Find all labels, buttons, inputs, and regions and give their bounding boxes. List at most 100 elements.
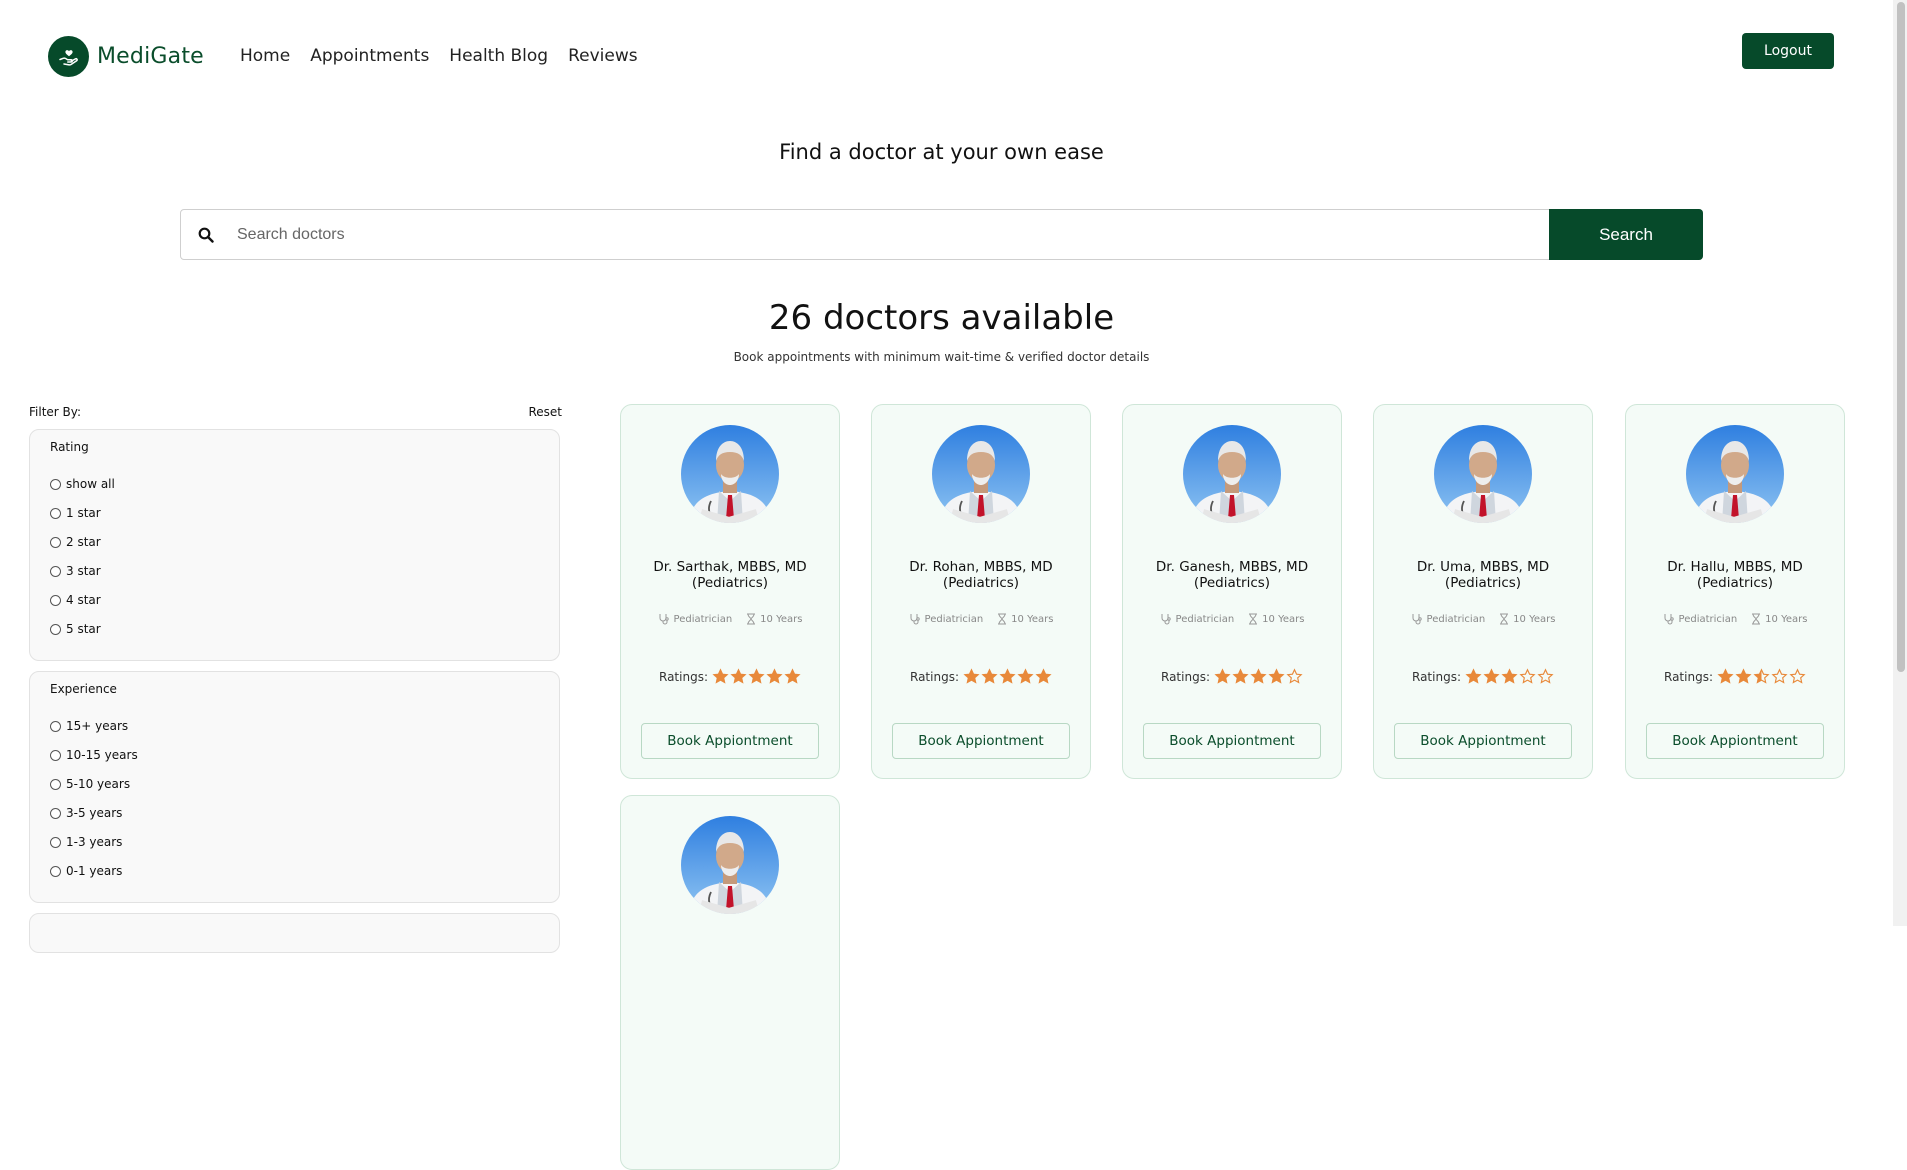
doctor-avatar xyxy=(1434,425,1532,523)
star-empty-icon xyxy=(1771,668,1788,684)
nav-reviews[interactable]: Reviews xyxy=(568,46,638,66)
doctor-name: Dr. Rohan, MBBS, MD (Pediatrics) xyxy=(872,559,1090,591)
doctor-experience: 10 Years xyxy=(1751,613,1807,625)
doctor-name: Dr. Ganesh, MBBS, MD (Pediatrics) xyxy=(1123,559,1341,591)
experience-option[interactable]: 0-1 years xyxy=(50,864,122,878)
star-filled-icon xyxy=(1035,668,1052,684)
nav-health-blog[interactable]: Health Blog xyxy=(449,46,548,66)
doctor-card xyxy=(620,795,840,1170)
doctor-experience: 10 Years xyxy=(1248,613,1304,625)
star-filled-icon xyxy=(963,668,980,684)
doctor-ratings: Ratings: xyxy=(1123,668,1341,685)
doctor-qualification: (Pediatrics) xyxy=(1444,575,1522,591)
book-appointment-button[interactable]: Book Appiontment xyxy=(641,723,819,759)
radio-button[interactable] xyxy=(50,836,61,848)
radio-button[interactable] xyxy=(50,720,61,732)
doctor-experience: 10 Years xyxy=(1499,613,1555,625)
radio-button[interactable] xyxy=(50,749,61,761)
radio-button[interactable] xyxy=(50,594,61,606)
rating-option[interactable]: 5 star xyxy=(50,622,101,636)
heart-hand-icon xyxy=(48,36,89,77)
ratings-label: Ratings: xyxy=(1412,669,1461,684)
radio-button[interactable] xyxy=(50,865,61,877)
hourglass-icon xyxy=(998,613,1007,625)
experience-filter-title: Experience xyxy=(50,682,117,696)
experience-option[interactable]: 5-10 years xyxy=(50,777,130,791)
star-rating xyxy=(1717,668,1806,685)
doctor-card: Dr. Ganesh, MBBS, MD (Pediatrics) Pediat… xyxy=(1122,404,1342,779)
book-appointment-button[interactable]: Book Appiontment xyxy=(892,723,1070,759)
filter-header: Filter By: Reset xyxy=(29,405,562,419)
ratings-label: Ratings: xyxy=(659,669,708,684)
star-filled-icon xyxy=(730,668,747,684)
doctor-specialty: Pediatrician xyxy=(1160,613,1234,625)
scrollbar-thumb[interactable] xyxy=(1897,2,1905,672)
star-filled-icon xyxy=(1017,668,1034,684)
experience-option[interactable]: 1-3 years xyxy=(50,835,122,849)
star-filled-icon xyxy=(784,668,801,684)
filter-panel xyxy=(29,913,560,953)
doctor-card: Dr. Uma, MBBS, MD (Pediatrics) Pediatric… xyxy=(1373,404,1593,779)
search-icon xyxy=(181,227,231,243)
book-appointment-button[interactable]: Book Appiontment xyxy=(1143,723,1321,759)
doctor-qualification: (Pediatrics) xyxy=(691,575,769,591)
logout-button[interactable]: Logout xyxy=(1742,33,1834,69)
doctor-card: Dr. Sarthak, MBBS, MD (Pediatrics) Pedia… xyxy=(620,404,840,779)
doctor-specialty: Pediatrician xyxy=(909,613,983,625)
doctor-avatar xyxy=(932,425,1030,523)
doctor-card: Dr. Hallu, MBBS, MD (Pediatrics) Pediatr… xyxy=(1625,404,1845,779)
stethoscope-icon xyxy=(1664,614,1674,625)
rating-filter-panel: Rating show all 1 star 2 star 3 star 4 s… xyxy=(29,429,560,661)
rating-option[interactable]: 3 star xyxy=(50,564,101,578)
results-count: 26 doctors available xyxy=(768,298,1115,338)
stethoscope-icon xyxy=(659,614,669,625)
rating-option[interactable]: 2 star xyxy=(50,535,101,549)
reset-button[interactable]: Reset xyxy=(528,405,562,419)
experience-option[interactable]: 10-15 years xyxy=(50,748,138,762)
book-appointment-button[interactable]: Book Appiontment xyxy=(1646,723,1824,759)
radio-button[interactable] xyxy=(50,807,61,819)
radio-button[interactable] xyxy=(50,536,61,548)
nav-home[interactable]: Home xyxy=(240,46,290,66)
doctor-ratings: Ratings: xyxy=(1626,668,1844,685)
star-rating xyxy=(1465,668,1554,685)
radio-button[interactable] xyxy=(50,478,61,490)
stethoscope-icon xyxy=(1161,614,1171,625)
star-empty-icon xyxy=(1537,668,1554,684)
doctor-name-line: Dr. Sarthak, MBBS, MD xyxy=(653,559,807,575)
search-bar: Search xyxy=(180,209,1703,260)
star-filled-icon xyxy=(1501,668,1518,684)
experience-option[interactable]: 3-5 years xyxy=(50,806,122,820)
star-filled-icon xyxy=(999,668,1016,684)
brand-name: MediGate xyxy=(97,44,204,69)
ratings-label: Ratings: xyxy=(1161,669,1210,684)
star-rating xyxy=(963,668,1052,685)
doctor-meta: Pediatrician 10 Years xyxy=(1123,613,1341,625)
doctor-meta: Pediatrician 10 Years xyxy=(621,613,839,625)
doctor-name: Dr. Sarthak, MBBS, MD (Pediatrics) xyxy=(621,559,839,591)
doctor-qualification: (Pediatrics) xyxy=(942,575,1020,591)
doctor-qualification: (Pediatrics) xyxy=(1193,575,1271,591)
star-rating xyxy=(712,668,801,685)
radio-button[interactable] xyxy=(50,507,61,519)
rating-option[interactable]: 4 star xyxy=(50,593,101,607)
search-button[interactable]: Search xyxy=(1549,209,1703,260)
star-filled-icon xyxy=(748,668,765,684)
doctor-avatar xyxy=(681,816,779,914)
search-input[interactable] xyxy=(231,209,1549,260)
doctor-ratings: Ratings: xyxy=(621,668,839,685)
experience-option[interactable]: 15+ years xyxy=(50,719,128,733)
star-filled-icon xyxy=(1214,668,1231,684)
doctor-avatar xyxy=(1686,425,1784,523)
doctor-meta: Pediatrician 10 Years xyxy=(872,613,1090,625)
radio-button[interactable] xyxy=(50,778,61,790)
main-nav: Home Appointments Health Blog Reviews xyxy=(240,46,638,66)
book-appointment-button[interactable]: Book Appiontment xyxy=(1394,723,1572,759)
radio-button[interactable] xyxy=(50,623,61,635)
brand-logo[interactable]: MediGate xyxy=(48,36,204,77)
ratings-label: Ratings: xyxy=(1664,669,1713,684)
radio-button[interactable] xyxy=(50,565,61,577)
rating-option[interactable]: show all xyxy=(50,477,115,491)
nav-appointments[interactable]: Appointments xyxy=(310,46,429,66)
rating-option[interactable]: 1 star xyxy=(50,506,101,520)
